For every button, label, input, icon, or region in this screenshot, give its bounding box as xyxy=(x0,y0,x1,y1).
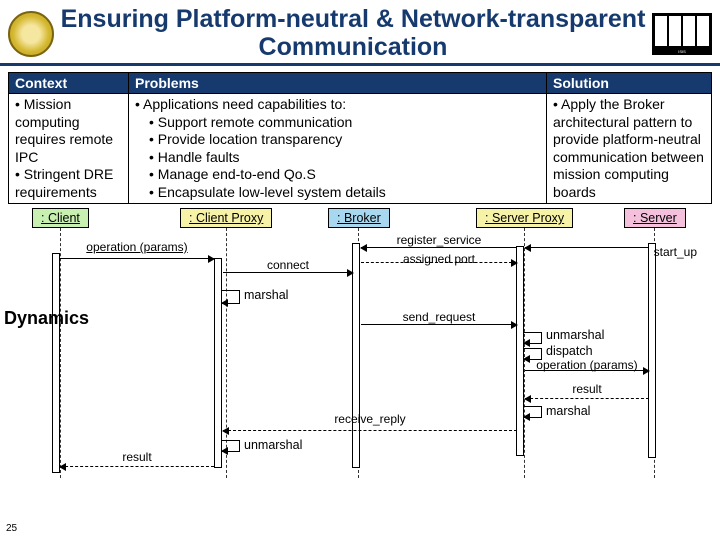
self-marshal-sproxy-label: marshal xyxy=(546,404,590,418)
self-marshal-cproxy xyxy=(222,290,240,304)
lifeline-broker-label: : Broker xyxy=(328,208,390,228)
dynamics-label: Dynamics xyxy=(4,308,89,329)
th-solution: Solution xyxy=(547,73,712,94)
msg-start-up-label: start_up xyxy=(654,245,697,259)
slide-header: Ensuring Platform-neutral & Network-tran… xyxy=(0,0,720,66)
context-bullet-1: Mission computing requires remote IPC xyxy=(15,96,113,165)
self-marshal-sproxy xyxy=(524,406,542,418)
msg-operation-params: operation (params) xyxy=(60,240,214,254)
info-table-wrap: Context Problems Solution • Mission comp… xyxy=(0,66,720,206)
th-problems: Problems xyxy=(129,73,547,94)
seal-icon xyxy=(8,11,54,57)
msg-register-service: register_service xyxy=(361,233,517,247)
td-context: • Mission computing requires remote IPC … xyxy=(9,94,129,204)
sequence-diagram: : Client : Client Proxy : Broker : Serve… xyxy=(8,208,712,488)
self-unmarshal-sproxy-label: unmarshal xyxy=(546,328,604,342)
msg-assigned-port-label: assigned port xyxy=(361,252,517,266)
problems-s4: Manage end-to-end Qo.S xyxy=(158,166,316,182)
lifeline-server-label: : Server xyxy=(624,208,686,228)
lifeline-server-proxy-label: : Server Proxy xyxy=(476,208,573,228)
problems-s5: Encapsulate low-level system details xyxy=(158,184,386,200)
isis-logo-icon: ISIS xyxy=(652,13,712,55)
slide-number: 25 xyxy=(6,523,17,534)
msg-result-2: result xyxy=(60,456,214,470)
msg-connect-label: connect xyxy=(223,258,353,272)
activation-client xyxy=(52,253,60,473)
problems-s2: Provide location transparency xyxy=(158,131,342,147)
activation-server-proxy xyxy=(516,246,524,456)
activation-server xyxy=(648,243,656,458)
context-bullet-2: Stringent DRE requirements xyxy=(15,166,113,200)
msg-operation-params-label: operation (params) xyxy=(60,240,214,254)
lifeline-client-label: : Client xyxy=(32,208,89,228)
activation-client-proxy xyxy=(214,258,222,468)
self-marshal-cproxy-label: marshal xyxy=(244,288,288,302)
msg-result-label: result xyxy=(525,382,649,396)
problems-s3: Handle faults xyxy=(158,149,240,165)
msg-send-request-label: send_request xyxy=(361,310,517,324)
self-unmarshal-cproxy xyxy=(222,440,240,452)
th-context: Context xyxy=(9,73,129,94)
self-unmarshal-cproxy-label: unmarshal xyxy=(244,438,302,452)
slide: Ensuring Platform-neutral & Network-tran… xyxy=(0,0,720,540)
problems-s1: Support remote communication xyxy=(158,114,353,130)
self-unmarshal-sproxy xyxy=(524,332,542,344)
msg-result: result xyxy=(525,388,649,402)
msg-assigned-port: assigned port xyxy=(361,256,517,270)
self-dispatch-sproxy-label: dispatch xyxy=(546,344,593,358)
td-problems: • Applications need capabilities to: • S… xyxy=(129,94,547,204)
lifeline-client-proxy-label: : Client Proxy xyxy=(180,208,272,228)
msg-operation-params-2: operation (params) xyxy=(525,360,649,374)
msg-receive-reply: receive_reply xyxy=(223,418,517,432)
problems-lead: Applications need capabilities to: xyxy=(143,96,346,112)
slide-title: Ensuring Platform-neutral & Network-tran… xyxy=(54,4,652,63)
solution-b1: Apply the Broker architectural pattern t… xyxy=(553,96,704,200)
info-table: Context Problems Solution • Mission comp… xyxy=(8,72,712,204)
msg-connect: connect xyxy=(223,258,353,272)
td-solution: • Apply the Broker architectural pattern… xyxy=(547,94,712,204)
msg-send-request: send_request xyxy=(361,310,517,324)
msg-result-2-label: result xyxy=(60,450,214,464)
msg-receive-reply-label: receive_reply xyxy=(223,412,517,426)
msg-register-service-label: register_service xyxy=(361,233,517,247)
